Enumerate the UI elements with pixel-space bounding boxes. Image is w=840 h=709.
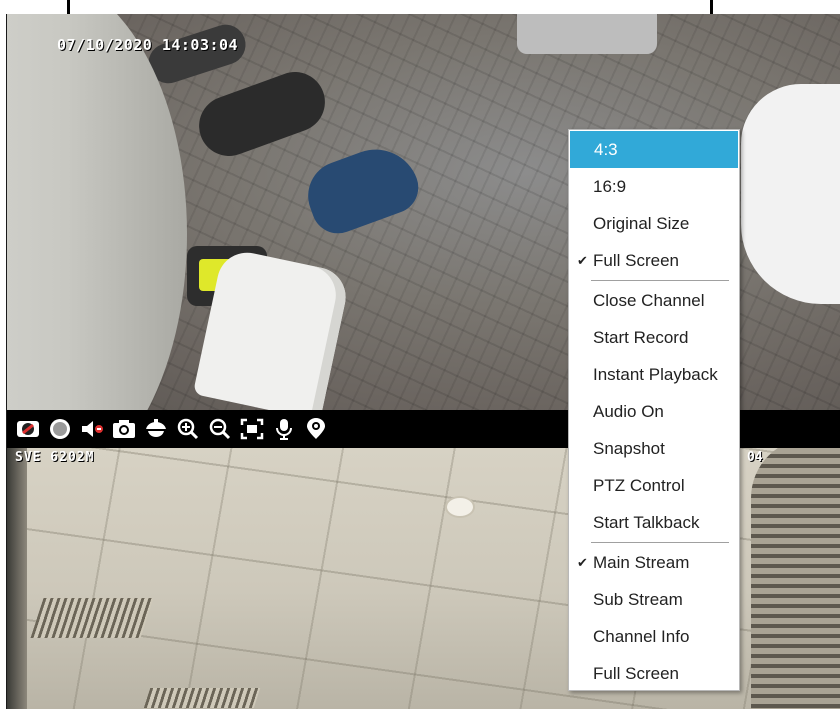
parked-car-top	[517, 14, 657, 54]
menu-item-sub-stream[interactable]: Sub Stream	[569, 581, 739, 618]
menu-item-full-screen[interactable]: ✔ Full Screen	[569, 242, 739, 279]
menu-item-close-channel[interactable]: Close Channel	[569, 282, 739, 319]
white-car-image	[741, 84, 840, 304]
ceiling-vent	[143, 688, 261, 708]
channel-label: SVE 6202M	[15, 450, 95, 465]
context-menu: 4:3 16:9 Original Size ✔ Full Screen Clos…	[568, 129, 740, 691]
location-settings-icon[interactable]	[301, 414, 331, 444]
fullscreen-icon[interactable]	[237, 414, 267, 444]
menu-item-snapshot[interactable]: Snapshot	[569, 430, 739, 467]
menu-separator	[591, 280, 729, 281]
menu-item-full-screen-2[interactable]: Full Screen	[569, 655, 739, 692]
feed-edge-shadow	[7, 448, 27, 709]
menu-item-label: Start Record	[593, 328, 689, 347]
menu-item-original-size[interactable]: Original Size	[569, 205, 739, 242]
camera-stream-icon[interactable]	[13, 414, 43, 444]
menu-item-instant-playback[interactable]: Instant Playback	[569, 356, 739, 393]
menu-item-label: Start Talkback	[593, 513, 700, 532]
channel-label-right: 04	[747, 450, 763, 465]
menu-item-label: Original Size	[593, 214, 690, 233]
menu-item-label: Snapshot	[593, 439, 665, 458]
menu-item-label: Audio On	[593, 402, 664, 421]
mute-icon[interactable]	[77, 414, 107, 444]
microphone-icon[interactable]	[269, 414, 299, 444]
menu-item-audio-on[interactable]: Audio On	[569, 393, 739, 430]
menu-item-label: Channel Info	[593, 627, 690, 646]
record-icon[interactable]	[45, 414, 75, 444]
ptz-dome-icon[interactable]	[141, 414, 171, 444]
menu-item-label: 4:3	[594, 140, 618, 159]
zoom-in-icon[interactable]	[173, 414, 203, 444]
menu-item-label: Full Screen	[593, 664, 679, 683]
menu-item-16-9[interactable]: 16:9	[569, 168, 739, 205]
check-icon: ✔	[577, 555, 588, 570]
check-icon: ✔	[577, 253, 588, 268]
ceiling-vent	[30, 598, 154, 638]
smoke-detector	[447, 498, 473, 516]
menu-item-label: Close Channel	[593, 291, 705, 310]
menu-item-channel-info[interactable]: Channel Info	[569, 618, 739, 655]
fisheye-edge-structure	[751, 448, 840, 709]
zoom-out-icon[interactable]	[205, 414, 235, 444]
menu-item-label: Sub Stream	[593, 590, 683, 609]
menu-item-label: Instant Playback	[593, 365, 718, 384]
menu-item-start-talkback[interactable]: Start Talkback	[569, 504, 739, 541]
menu-separator	[591, 542, 729, 543]
menu-item-label: 16:9	[593, 177, 627, 196]
menu-item-4-3[interactable]: 4:3	[570, 131, 738, 168]
menu-item-main-stream[interactable]: ✔ Main Stream	[569, 544, 739, 581]
menu-item-label: PTZ Control	[593, 476, 685, 495]
snapshot-icon[interactable]	[109, 414, 139, 444]
menu-item-ptz-control[interactable]: PTZ Control	[569, 467, 739, 504]
menu-item-label: Main Stream	[593, 553, 690, 572]
menu-item-start-record[interactable]: Start Record	[569, 319, 739, 356]
timestamp-overlay: 07/10/2020 14:03:04	[57, 36, 239, 54]
menu-item-label: Full Screen	[593, 251, 679, 270]
